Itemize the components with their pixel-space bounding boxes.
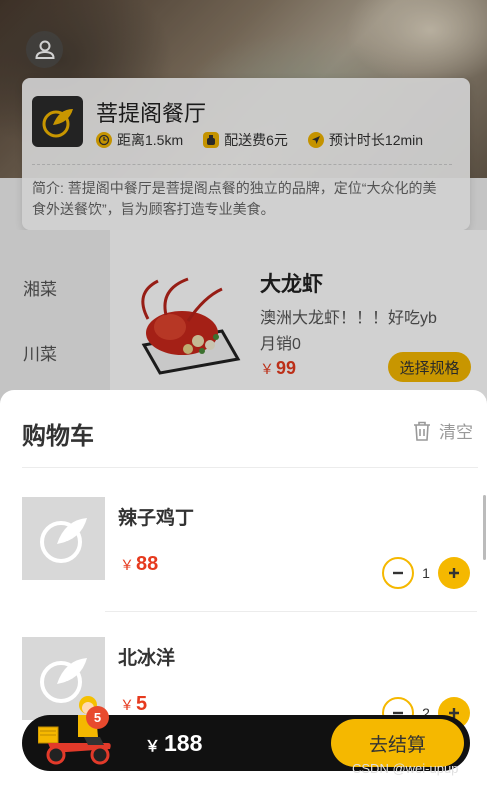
cart-count-badge: 5 — [86, 706, 109, 729]
cart-item-price: ￥ 5 — [120, 693, 147, 716]
increase-button[interactable] — [438, 557, 470, 589]
trash-icon — [414, 421, 430, 441]
cart-item-price: ￥ 88 — [120, 553, 158, 576]
cart-scrollbar[interactable] — [483, 495, 486, 560]
cart-divider — [22, 467, 478, 468]
clear-cart-label: 清空 — [439, 423, 473, 442]
plus-icon — [449, 568, 459, 578]
placeholder-image — [22, 497, 105, 580]
item-divider — [105, 611, 477, 612]
cart-total-value: 188 — [164, 730, 203, 756]
decrease-button[interactable] — [382, 557, 414, 589]
quantity-stepper: 1 — [382, 557, 470, 589]
clear-cart-button[interactable]: 清空 — [413, 418, 473, 443]
cart-total: ￥ 188 — [145, 730, 202, 757]
cart-item-name: 北冰洋 — [118, 648, 176, 669]
cart-item-name: 辣子鸡丁 — [118, 508, 195, 529]
checkout-button[interactable]: 去结算 — [331, 719, 464, 767]
quantity-value: 1 — [422, 565, 430, 581]
cart-item: 辣子鸡丁 ￥ 88 1 — [0, 497, 487, 627]
leaf-placeholder-icon — [39, 517, 87, 563]
watermark: CSDN @wei-upup — [352, 761, 459, 776]
cart-item-price-value: 5 — [136, 693, 148, 715]
currency-symbol: ￥ — [145, 738, 161, 755]
currency-symbol: ￥ — [120, 557, 134, 573]
cart-item-price-value: 88 — [136, 553, 159, 575]
delivery-courier-icon[interactable] — [38, 693, 118, 769]
currency-symbol: ￥ — [120, 697, 134, 713]
minus-icon — [393, 571, 403, 575]
cart-title: 购物车 — [22, 423, 94, 450]
